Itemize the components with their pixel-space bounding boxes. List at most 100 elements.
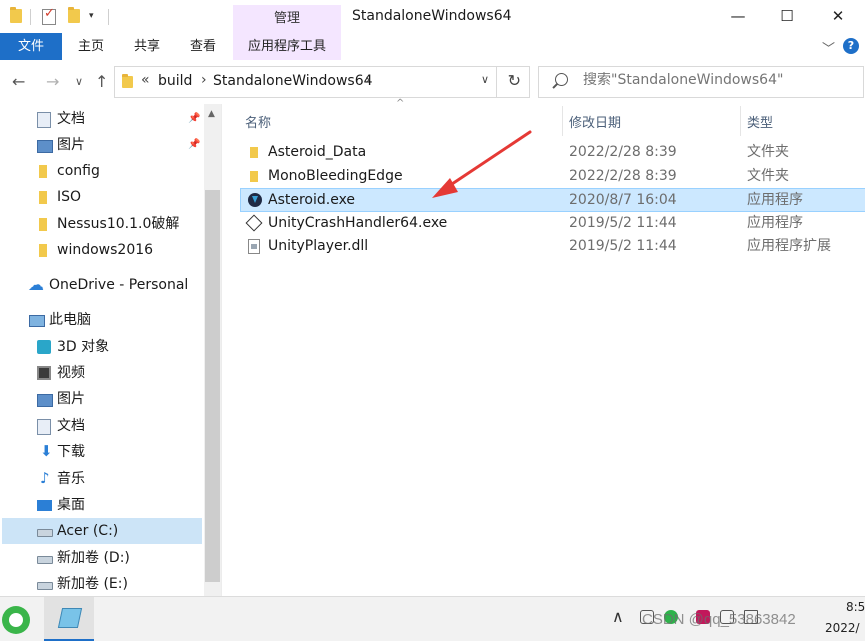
breadcrumb-overflow[interactable]: « xyxy=(141,72,150,88)
address-bar[interactable]: « build › StandaloneWindows64 › ∨ ↻ xyxy=(114,66,530,98)
address-dropdown-icon[interactable]: ∨ xyxy=(481,73,489,86)
column-header-name[interactable]: 名称 xyxy=(245,112,271,131)
column-divider[interactable] xyxy=(562,106,563,136)
tab-home[interactable]: 主页 xyxy=(62,33,120,60)
help-icon[interactable]: ? xyxy=(843,38,859,54)
file-name: MonoBleedingEdge xyxy=(268,168,403,184)
file-row-monobleedingedge[interactable]: MonoBleedingEdge 2022/2/28 8:39 文件夹 xyxy=(241,165,865,188)
drive-icon xyxy=(37,582,53,590)
onedrive-icon: ☁ xyxy=(28,275,44,294)
recent-locations-chevron-icon[interactable]: ∨ xyxy=(75,75,83,88)
scroll-up-icon[interactable]: ▲ xyxy=(208,109,215,119)
sidebar-item-nessus[interactable]: Nessus10.1.0破解 xyxy=(2,211,202,237)
video-icon xyxy=(37,366,51,380)
clock-time[interactable]: 8:5 xyxy=(846,600,865,614)
forward-arrow-icon[interactable]: → xyxy=(46,72,59,91)
tab-share[interactable]: 共享 xyxy=(118,33,176,60)
sidebar-item-documents[interactable]: 文档 xyxy=(2,413,202,439)
clock-date[interactable]: 2022/ xyxy=(825,621,860,635)
maximize-button[interactable]: ☐ xyxy=(764,0,810,33)
sidebar-item-label: OneDrive - Personal xyxy=(49,277,189,293)
file-row-asteroid-exe[interactable]: Asteroid.exe 2020/8/7 16:04 应用程序 xyxy=(240,188,865,212)
taskbar: ∧ CSDN @qq_53863842 8:5 2022/ xyxy=(0,596,865,641)
dll-icon xyxy=(248,239,260,254)
sidebar-item-drive-c[interactable]: Acer (C:) xyxy=(2,518,202,544)
sort-ascending-icon: ^ xyxy=(396,98,405,109)
pin-icon[interactable]: 📌 xyxy=(188,132,200,158)
sidebar-item-label: 图片 xyxy=(57,391,85,407)
file-row-unityplayer-dll[interactable]: UnityPlayer.dll 2019/5/2 11:44 应用程序扩展 xyxy=(241,235,865,258)
sidebar-item-label: 视频 xyxy=(57,365,85,381)
document-icon xyxy=(37,419,51,435)
divider xyxy=(108,9,109,25)
watermark: CSDN @qq_53863842 xyxy=(642,611,796,628)
refresh-icon[interactable]: ↻ xyxy=(508,71,521,90)
search-input[interactable] xyxy=(583,72,853,88)
sidebar-item-desktop[interactable]: 桌面 xyxy=(2,492,202,518)
new-folder-icon[interactable] xyxy=(68,7,80,23)
back-arrow-icon[interactable]: ← xyxy=(12,72,25,91)
file-explorer-icon xyxy=(57,608,83,628)
document-icon xyxy=(37,112,51,128)
sidebar-item-pictures-pinned[interactable]: 图片 📌 xyxy=(2,132,202,158)
sidebar-item-drive-e[interactable]: 新加卷 (E:) xyxy=(2,571,202,597)
sidebar-item-3d-objects[interactable]: 3D 对象 xyxy=(2,334,202,360)
sidebar-item-onedrive[interactable]: ☁ OneDrive - Personal xyxy=(2,272,202,298)
unity-icon xyxy=(245,214,263,232)
picture-icon xyxy=(37,140,53,153)
file-type: 应用程序 xyxy=(747,192,803,208)
file-name: Asteroid.exe xyxy=(268,192,356,208)
file-explorer-taskbar-button[interactable] xyxy=(44,597,94,641)
file-date: 2020/8/7 16:04 xyxy=(569,192,677,208)
tray-overflow-chevron-icon[interactable]: ∧ xyxy=(612,607,624,626)
tab-view[interactable]: 查看 xyxy=(174,33,232,60)
minimize-button[interactable]: — xyxy=(715,0,761,33)
sidebar-item-windows2016[interactable]: windows2016 xyxy=(2,237,202,263)
sidebar-item-downloads[interactable]: ⬇ 下载 xyxy=(2,439,202,465)
drive-icon xyxy=(37,529,53,537)
up-arrow-icon[interactable]: ↑ xyxy=(95,72,108,91)
breadcrumb-standalonewindows64[interactable]: StandaloneWindows64 xyxy=(213,73,373,89)
file-date: 2019/5/2 11:44 xyxy=(569,215,677,231)
file-type: 文件夹 xyxy=(747,168,789,184)
pin-icon[interactable]: 📌 xyxy=(188,106,200,132)
quick-access-dropdown-icon[interactable]: ▾ xyxy=(89,11,101,25)
sidebar-item-documents-pinned[interactable]: 文档 📌 xyxy=(2,106,202,132)
file-row-unitycrashhandler64[interactable]: UnityCrashHandler64.exe 2019/5/2 11:44 应… xyxy=(241,212,865,235)
folder-icon xyxy=(250,147,258,158)
breadcrumb-separator[interactable]: › xyxy=(365,72,371,88)
sidebar-scrollbar[interactable]: ▲ xyxy=(204,104,221,596)
file-name: UnityPlayer.dll xyxy=(268,238,369,254)
sidebar-item-iso[interactable]: ISO xyxy=(2,184,202,210)
search-box[interactable] xyxy=(538,66,864,98)
column-divider[interactable] xyxy=(740,106,741,136)
tab-application-tools[interactable]: 应用程序工具 xyxy=(233,33,341,60)
column-header-type[interactable]: 类型 xyxy=(747,112,773,131)
ribbon: 文件 主页 共享 查看 应用程序工具 ﹀ ? xyxy=(0,33,865,61)
expand-ribbon-icon[interactable]: ﹀ xyxy=(822,38,835,57)
security-app-icon[interactable] xyxy=(2,606,30,634)
sidebar-item-pictures[interactable]: 图片 xyxy=(2,386,202,412)
file-name: UnityCrashHandler64.exe xyxy=(268,215,448,231)
sidebar-item-label: Nessus10.1.0破解 xyxy=(57,216,180,232)
sidebar-item-label: ISO xyxy=(57,189,82,205)
drive-icon xyxy=(37,556,53,564)
file-row-asteroid-data[interactable]: Asteroid_Data 2022/2/28 8:39 文件夹 xyxy=(241,141,865,164)
properties-icon[interactable] xyxy=(42,6,56,25)
tab-file[interactable]: 文件 xyxy=(0,33,62,60)
breadcrumb-build[interactable]: build xyxy=(158,73,192,89)
file-list: ^ 名称 修改日期 类型 Asteroid_Data 2022/2/28 8:3… xyxy=(222,98,865,596)
close-button[interactable]: ✕ xyxy=(815,0,861,33)
sidebar-item-this-pc[interactable]: 此电脑 xyxy=(2,307,202,333)
sidebar-item-drive-d[interactable]: 新加卷 (D:) xyxy=(2,545,202,571)
sidebar-item-music[interactable]: ♪ 音乐 xyxy=(2,466,202,492)
sidebar-item-label: 文档 xyxy=(57,111,85,127)
column-header-date-modified[interactable]: 修改日期 xyxy=(569,112,621,131)
sidebar-item-label: 新加卷 (D:) xyxy=(57,550,130,566)
breadcrumb-separator[interactable]: › xyxy=(201,72,207,88)
sidebar-item-videos[interactable]: 视频 xyxy=(2,360,202,386)
sidebar-item-config[interactable]: config xyxy=(2,158,202,184)
window-title: StandaloneWindows64 xyxy=(352,8,512,24)
scrollbar-thumb[interactable] xyxy=(205,190,220,582)
sidebar-item-label: Acer (C:) xyxy=(57,523,119,539)
